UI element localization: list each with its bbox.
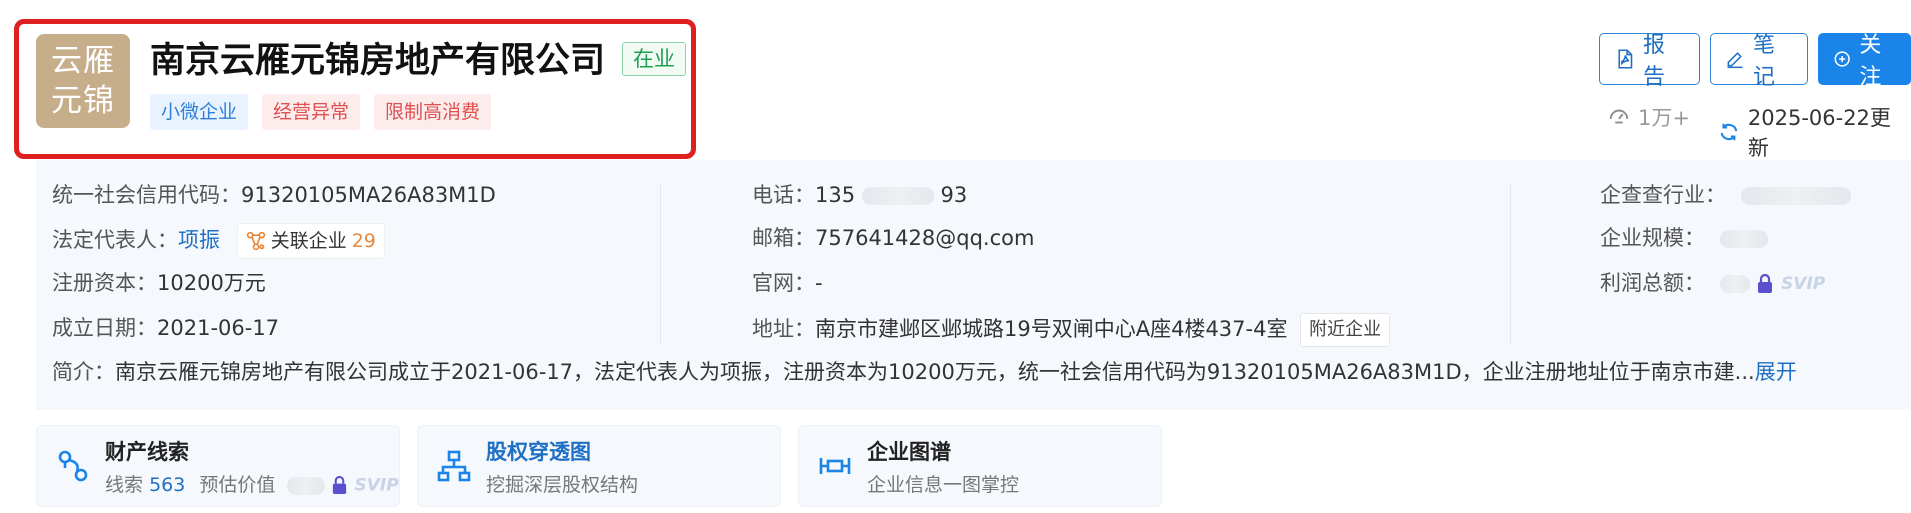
phone-suffix[interactable]: 93: [940, 183, 967, 207]
phone-prefix[interactable]: 135: [815, 183, 855, 207]
scale-row: 企业规模：: [1600, 223, 1768, 253]
website-value: -: [815, 271, 823, 295]
email-label: 邮箱：: [752, 226, 815, 250]
industry-label: 企查查行业：: [1600, 183, 1726, 207]
lock-icon: [1758, 274, 1773, 293]
card-property-count[interactable]: 563: [149, 474, 185, 496]
email-value[interactable]: 757641428@qq.com: [815, 226, 1034, 250]
note-button[interactable]: 笔记: [1710, 33, 1808, 90]
plus-circle-icon: [1834, 51, 1850, 67]
card-svip-badge[interactable]: SVIP: [355, 476, 399, 496]
card-graph-title: 企业图谱: [867, 440, 951, 464]
nearby-companies-button[interactable]: 附近企业: [1300, 313, 1391, 347]
profit-label: 利润总额：: [1600, 271, 1705, 295]
founded-row: 成立日期：2021-06-17: [52, 313, 279, 343]
card-equity-penetration[interactable]: 股权穿透图 挖掘深层股权结构: [417, 425, 781, 507]
founded-label: 成立日期：: [52, 316, 157, 340]
founded-value: 2021-06-17: [157, 316, 280, 340]
industry-masked[interactable]: [1740, 187, 1851, 205]
capital-value: 10200万元: [157, 271, 266, 295]
report-button-label: 报告: [1643, 33, 1666, 90]
card-property-title: 财产线索: [105, 440, 189, 464]
website-row: 官网：-: [752, 268, 823, 298]
card-graph-sub: 企业信息一图掌控: [867, 474, 1020, 496]
phone-label: 电话：: [752, 183, 815, 207]
lock-icon: [333, 476, 347, 494]
related-count: 29: [351, 230, 376, 252]
intro-row: 简介：南京云雁元锦房地产有限公司成立于2021-06-17，法定代表人为项振，注…: [52, 357, 1900, 387]
website-label: 官网：: [752, 271, 815, 295]
legal-rep-label: 法定代表人：: [52, 228, 178, 252]
card-enterprise-graph[interactable]: 企业图谱 企业信息一图掌控: [798, 425, 1162, 507]
chain-link-icon: [58, 450, 88, 482]
column-divider-2: [1510, 184, 1511, 344]
legal-rep-row: 法定代表人：项振 关联企业 29: [52, 223, 385, 259]
card-equity-title: 股权穿透图: [486, 440, 591, 464]
column-divider-1: [660, 184, 661, 344]
card-property-sub: 线索 563 预估价值 SVIP: [105, 470, 399, 497]
card-property-sub-suffix: 预估价值: [199, 474, 276, 496]
scale-masked[interactable]: [1719, 230, 1768, 248]
expand-link[interactable]: 展开: [1755, 360, 1797, 384]
note-button-label: 笔记: [1753, 33, 1776, 90]
phone-masked-digits: [861, 187, 934, 205]
card-property-masked: [287, 476, 326, 495]
capital-label: 注册资本：: [52, 271, 157, 295]
network-icon: [246, 231, 265, 251]
graph-icon: [819, 458, 851, 474]
industry-row: 企查查行业：: [1600, 180, 1851, 210]
svip-badge[interactable]: SVIP: [1781, 274, 1825, 294]
report-button[interactable]: 报告: [1599, 33, 1700, 90]
card-property-clues[interactable]: 财产线索 线索 563 预估价值 SVIP: [36, 425, 400, 507]
card-equity-sub: 挖掘深层股权结构: [486, 474, 639, 496]
view-count: 1万+: [1608, 102, 1690, 132]
views-icon: [1609, 109, 1629, 124]
scale-label: 企业规模：: [1600, 226, 1705, 250]
update-date-text: 2025-06-22更新: [1747, 106, 1891, 160]
capital-row: 注册资本：10200万元: [52, 268, 266, 298]
pencil-icon: [1727, 52, 1743, 69]
pdf-report-icon: [1618, 49, 1633, 69]
email-row: 邮箱：757641428@qq.com: [752, 223, 1034, 253]
address-value[interactable]: 南京市建邺区邺城路19号双闸中心A座4楼437-4室: [815, 317, 1287, 341]
intro-label: 简介：: [52, 360, 115, 384]
refresh-icon: [1720, 123, 1738, 141]
intro-text: 南京云雁元锦房地产有限公司成立于2021-06-17，法定代表人为项振，注册资本…: [115, 360, 1755, 384]
address-label: 地址：: [752, 317, 815, 341]
view-count-text: 1万+: [1638, 106, 1690, 130]
credit-code-label: 统一社会信用代码：: [52, 183, 241, 207]
phone-row: 电话：135 93: [752, 180, 967, 210]
profit-masked: [1719, 275, 1750, 293]
org-chart-icon: [437, 450, 471, 482]
update-date[interactable]: 2025-06-22更新: [1718, 102, 1911, 162]
highlight-annotation-box: [14, 19, 696, 159]
follow-button[interactable]: 关注: [1818, 33, 1911, 90]
related-companies-chip[interactable]: 关联企业 29: [236, 223, 385, 259]
legal-rep-link[interactable]: 项振: [178, 228, 220, 252]
follow-button-label: 关注: [1859, 33, 1882, 90]
address-row: 地址：南京市建邺区邺城路19号双闸中心A座4楼437-4室 附近企业: [752, 313, 1391, 347]
profit-row: 利润总额： SVIP: [1600, 268, 1825, 299]
credit-code-value[interactable]: 91320105MA26A83M1D: [241, 183, 496, 207]
credit-code-row: 统一社会信用代码：91320105MA26A83M1D: [52, 180, 496, 210]
card-property-sub-prefix: 线索: [105, 474, 144, 496]
related-label: 关联企业: [270, 230, 347, 252]
